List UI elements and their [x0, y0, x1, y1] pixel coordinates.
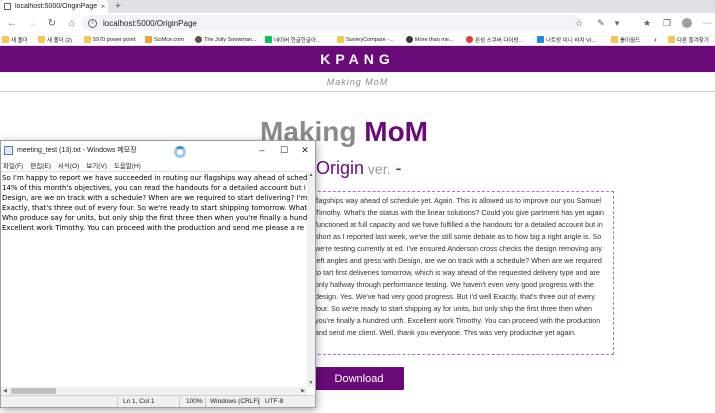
- forward-button[interactable]: →: [22, 13, 42, 33]
- loading-spinner-icon: [174, 146, 186, 158]
- bookmark-item[interactable]: 네이버 한글한글아...: [265, 34, 321, 45]
- url-text: localhost:5000/OriginPage: [103, 18, 197, 28]
- notepad-menubar: 파일(F) 편집(E) 서식(O) 보기(V) 도움말(H): [1, 159, 315, 171]
- status-divider: [259, 397, 260, 407]
- collections-icon[interactable]: ❐: [660, 13, 674, 33]
- bookmark-item[interactable]: 롤이월드: [611, 34, 640, 45]
- version-heading: Origin ver. -: [316, 157, 401, 180]
- bookmark-item[interactable]: 나트랑 미니 비치 VI...: [537, 34, 596, 45]
- site-subheader: Making MoM: [0, 72, 715, 92]
- notepad-window: meeting_test (13).txt - Windows 메모장 – ☐ …: [0, 140, 316, 408]
- text-line: Exactly, that's three out of every four.…: [2, 204, 308, 212]
- folder-icon: [611, 36, 618, 43]
- line-ending: Windows (CRLF): [210, 398, 260, 405]
- bookmark-item[interactable]: 새 폴더 (2): [38, 34, 72, 45]
- notepad-title: meeting_test (13).txt - Windows 메모장: [17, 147, 137, 154]
- version-name: Origin: [316, 158, 365, 178]
- cursor-position: Ln 1, Col 1: [123, 398, 155, 405]
- zoom-level: 100%: [186, 398, 203, 405]
- version-dash: -: [390, 158, 402, 178]
- bookmarks-more-icon[interactable]: ›: [654, 34, 657, 45]
- bookmark-item[interactable]: 몬섬 스쿠버 다이빙...: [466, 34, 523, 45]
- notepad-statusbar: Ln 1, Col 1 100% Windows (CRLF) UTF-8: [1, 395, 315, 407]
- site-icon: [466, 36, 473, 43]
- encoding: UTF-8: [265, 398, 284, 405]
- text-line: Who produce say for units, but only ship…: [2, 214, 308, 222]
- menu-format[interactable]: 서식(O): [58, 160, 79, 170]
- scroll-right-icon[interactable]: ▶: [299, 388, 307, 394]
- folder-icon: [668, 36, 675, 43]
- menu-view[interactable]: 보기(V): [86, 160, 107, 170]
- profile-icon[interactable]: [680, 13, 694, 33]
- naver-icon: [265, 36, 272, 43]
- favorite-star-icon[interactable]: ☆: [572, 13, 586, 33]
- bookmark-item[interactable]: 5970 power point: [84, 34, 135, 45]
- text-line: Design, are we on track with a schedule?…: [2, 194, 308, 202]
- site-icon: [145, 36, 152, 43]
- site-brand[interactable]: KPANG: [320, 51, 395, 67]
- site-header: KPANG: [0, 46, 715, 72]
- download-button[interactable]: Download: [314, 367, 404, 390]
- scroll-up-icon[interactable]: ▲: [307, 172, 315, 178]
- site-icon: [195, 36, 202, 43]
- address-bar[interactable]: i localhost:5000/OriginPage: [82, 15, 582, 31]
- text-line: 14% of this month's objectives, you can …: [2, 184, 306, 192]
- minimize-button[interactable]: –: [251, 141, 273, 159]
- close-button[interactable]: ✕: [294, 141, 315, 159]
- bookmark-item[interactable]: More than me...: [406, 34, 454, 45]
- tab-title: localhost:5000/OriginPage: [15, 3, 98, 10]
- scroll-down-icon[interactable]: ▼: [307, 380, 315, 386]
- avatar: [682, 18, 692, 28]
- tab-strip: localhost:5000/OriginPage × +: [0, 0, 715, 13]
- folder-icon: [84, 36, 91, 43]
- notepad-editor[interactable]: So I'm happy to report we have succeeded…: [1, 171, 315, 387]
- text-line: Excellent work Timothy. You can proceed …: [2, 224, 305, 232]
- notepad-icon: [4, 145, 13, 155]
- new-tab-button[interactable]: +: [112, 0, 124, 13]
- vertical-scrollbar[interactable]: ▲ ▼: [307, 171, 315, 387]
- status-divider: [117, 397, 118, 407]
- minutes-text-box: flagships way ahead of schedule yet. Aga…: [298, 191, 614, 355]
- status-divider: [205, 397, 206, 407]
- bookmark-item[interactable]: SurveyCompare -...: [337, 34, 394, 45]
- text-line: So I'm happy to report we have succeeded…: [2, 174, 312, 182]
- site-icon: [537, 36, 544, 43]
- bookmark-item[interactable]: The Jolly Snowman...: [195, 34, 257, 45]
- site-subtitle: Making MoM: [326, 76, 389, 87]
- tab-close-icon[interactable]: ×: [98, 2, 108, 11]
- maximize-button[interactable]: ☐: [273, 141, 295, 159]
- menu-help[interactable]: 도움말(H): [114, 160, 141, 170]
- extension-icon[interactable]: ✎: [594, 13, 608, 33]
- page-icon: [4, 3, 11, 10]
- favorites-icon[interactable]: ★: [640, 13, 654, 33]
- status-divider: [179, 397, 180, 407]
- scroll-left-icon[interactable]: ◀: [1, 388, 9, 394]
- back-button[interactable]: ←: [2, 13, 22, 33]
- settings-menu-icon[interactable]: ⋯: [700, 13, 714, 33]
- home-button[interactable]: ⌂: [62, 13, 82, 33]
- reload-button[interactable]: ↻: [42, 13, 62, 33]
- title-word-mom: MoM: [364, 116, 429, 147]
- screen: localhost:5000/OriginPage × + ← → ↻ ⌂ i …: [0, 0, 715, 413]
- version-suffix: ver.: [364, 161, 391, 177]
- horizontal-scrollbar[interactable]: ◀ ▶: [1, 387, 307, 395]
- site-icon: [406, 36, 413, 43]
- folder-icon: [38, 36, 45, 43]
- folder-icon: [2, 36, 9, 43]
- bookmarks-bar: 새 폴더 새 폴더 (2) 5970 power point SciMce.co…: [0, 33, 715, 46]
- bookmark-item[interactable]: 새 폴더: [2, 34, 28, 45]
- horizontal-scroll-thumb[interactable]: [11, 388, 56, 394]
- bookmark-item[interactable]: SciMce.com: [145, 34, 184, 45]
- menu-file[interactable]: 파일(F): [3, 160, 23, 170]
- site-icon: [337, 36, 344, 43]
- menu-edit[interactable]: 편집(E): [30, 160, 51, 170]
- other-bookmarks[interactable]: 다른 즐겨찾기: [668, 34, 709, 45]
- browser-tab[interactable]: localhost:5000/OriginPage ×: [0, 0, 108, 13]
- info-icon[interactable]: i: [88, 18, 97, 28]
- extension-menu-icon[interactable]: ▾: [610, 13, 624, 33]
